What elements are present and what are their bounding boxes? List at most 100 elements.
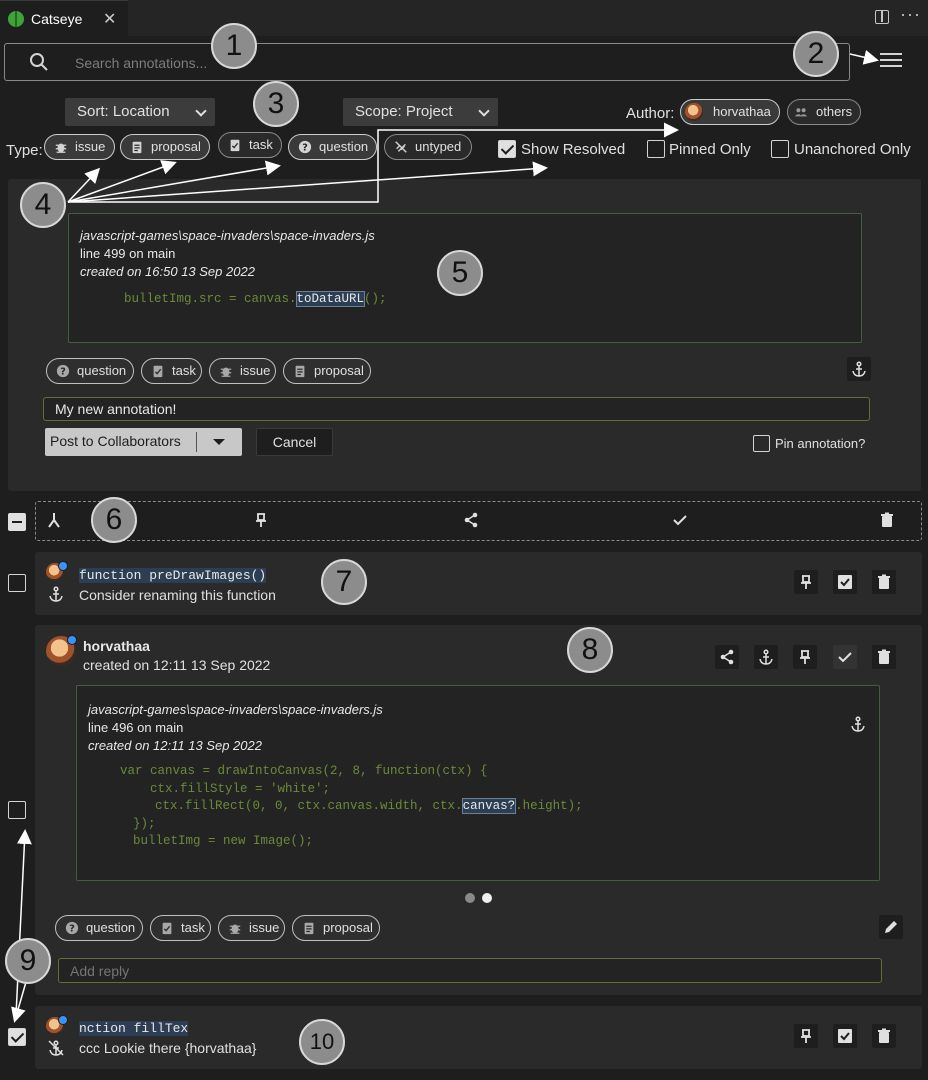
annotation-select-checkbox[interactable]: [8, 801, 26, 819]
type-filter-question[interactable]: ? question: [288, 134, 377, 160]
show-resolved-checkbox[interactable]: [498, 140, 516, 158]
tab-catseye[interactable]: Catseye ✕: [0, 0, 128, 36]
code-text-after: ();: [364, 292, 387, 306]
anchor-icon: [759, 649, 773, 665]
type-filter-proposal[interactable]: proposal: [120, 134, 210, 160]
pin-annotation-label: Pin annotation?: [775, 436, 866, 451]
type-filter-issue-label: issue: [75, 139, 106, 154]
sort-dropdown-label: Sort: Location: [77, 103, 170, 120]
callout-marker-9: 9: [5, 938, 51, 984]
delete-button[interactable]: [872, 1024, 896, 1048]
edit-button[interactable]: [879, 915, 903, 939]
anchor-icon[interactable]: [850, 716, 866, 732]
sort-dropdown[interactable]: Sort: Location: [65, 98, 215, 126]
type-tag-task[interactable]: task: [141, 358, 202, 384]
chevron-down-icon: [195, 105, 207, 117]
snippet-created: created on 16:50 13 Sep 2022: [80, 264, 255, 279]
bug-icon: [229, 924, 241, 934]
type-tag-question[interactable]: ? question: [55, 915, 143, 941]
callout-marker-8: 8: [567, 627, 613, 673]
type-tag-proposal[interactable]: proposal: [292, 915, 380, 941]
pin-button[interactable]: [249, 508, 273, 532]
post-button-group: Post to Collaborators: [45, 428, 242, 456]
type-filter-issue[interactable]: issue: [44, 134, 115, 160]
callout-marker-3: 3: [253, 81, 299, 127]
annotation-card-collapsed[interactable]: function preDrawImages() Consider renami…: [35, 552, 922, 615]
svg-text:?: ?: [69, 924, 75, 935]
bug-icon: [55, 143, 67, 153]
annotation-select-checkbox[interactable]: [8, 1028, 26, 1046]
code-highlight: canvas?: [461, 798, 517, 814]
pin-button[interactable]: [794, 1024, 818, 1048]
resolve-button[interactable]: [833, 570, 857, 594]
pin-button[interactable]: [794, 570, 818, 594]
pinned-only-checkbox[interactable]: [647, 140, 665, 158]
split-editor-icon[interactable]: [875, 10, 889, 24]
pin-annotation-checkbox[interactable]: [753, 435, 770, 452]
unanchored-only-checkbox[interactable]: [771, 140, 789, 158]
scope-dropdown-label: Scope: Project: [355, 103, 453, 120]
carousel-dot[interactable]: [465, 893, 475, 903]
bug-icon: [220, 367, 232, 377]
annotation-code-anchor: nction fillTex: [79, 1021, 189, 1036]
type-filter-task[interactable]: task: [218, 132, 282, 158]
code-highlight: toDataURL: [295, 291, 366, 307]
type-tag-proposal-label: proposal: [323, 920, 373, 935]
share-button[interactable]: [459, 508, 483, 532]
pin-icon: [801, 575, 811, 589]
post-to-collaborators-button[interactable]: Post to Collaborators: [50, 433, 181, 449]
close-icon[interactable]: ✕: [103, 9, 116, 29]
resolve-button[interactable]: [833, 645, 857, 669]
resolve-button[interactable]: [668, 508, 692, 532]
anchor-button[interactable]: [754, 645, 778, 669]
author-filter-me[interactable]: horvathaa: [680, 99, 780, 125]
pin-button[interactable]: [793, 645, 817, 669]
type-tag-task[interactable]: task: [150, 915, 211, 941]
annotation-code-anchor: function preDrawImages(): [79, 568, 267, 583]
type-tag-question-label: question: [77, 363, 127, 378]
type-tag-question[interactable]: ? question: [46, 358, 134, 384]
callout-marker-2: 2: [793, 31, 839, 77]
merge-button[interactable]: [42, 508, 66, 532]
svg-text:?: ?: [302, 143, 308, 154]
annotation-card-collapsed[interactable]: nction fillTex ccc Lookie there {horvath…: [35, 1006, 922, 1069]
delete-button[interactable]: [872, 570, 896, 594]
pin-icon: [256, 513, 266, 527]
catseye-logo-icon: [8, 11, 24, 27]
type-tag-proposal[interactable]: proposal: [283, 358, 371, 384]
menu-icon[interactable]: [880, 53, 902, 69]
type-filter-question-label: question: [319, 139, 369, 154]
question-icon: ?: [56, 364, 70, 378]
author-filter-others[interactable]: others: [787, 99, 862, 125]
annotation-input[interactable]: [43, 397, 870, 421]
share-button[interactable]: [715, 645, 739, 669]
carousel-dot-active[interactable]: [482, 893, 492, 903]
type-filter-proposal-label: proposal: [151, 139, 201, 154]
reply-input[interactable]: [58, 958, 882, 983]
callout-marker-4: 4: [20, 182, 66, 228]
type-tag-issue[interactable]: issue: [209, 358, 276, 384]
snippet-created: created on 12:11 13 Sep 2022: [88, 738, 262, 753]
show-resolved-label: Show Resolved: [521, 141, 626, 158]
caret-down-icon[interactable]: [213, 439, 225, 445]
callout-marker-6: 6: [91, 497, 137, 543]
scope-dropdown[interactable]: Scope: Project: [343, 98, 498, 126]
author-others-label: others: [816, 104, 853, 119]
merge-icon: [48, 513, 60, 528]
resolve-button[interactable]: [833, 1024, 857, 1048]
annotation-select-checkbox[interactable]: [8, 574, 26, 592]
delete-button[interactable]: [872, 645, 896, 669]
check-icon: [838, 652, 852, 663]
delete-button[interactable]: [875, 508, 899, 532]
code-line: bulletImg = new Image();: [133, 834, 314, 848]
search-input[interactable]: [75, 53, 775, 73]
select-all-checkbox[interactable]: [8, 513, 26, 531]
anchor-icon: [852, 361, 866, 377]
snippet-file-path: javascript-games\space-invaders\space-in…: [80, 228, 375, 243]
more-actions-icon[interactable]: ···: [900, 4, 921, 25]
anchor-button[interactable]: [847, 357, 871, 381]
type-tag-issue[interactable]: issue: [218, 915, 285, 941]
type-filter-task-label: task: [249, 137, 273, 152]
cancel-button[interactable]: Cancel: [256, 428, 333, 456]
type-filter-untyped[interactable]: untyped: [384, 134, 472, 160]
